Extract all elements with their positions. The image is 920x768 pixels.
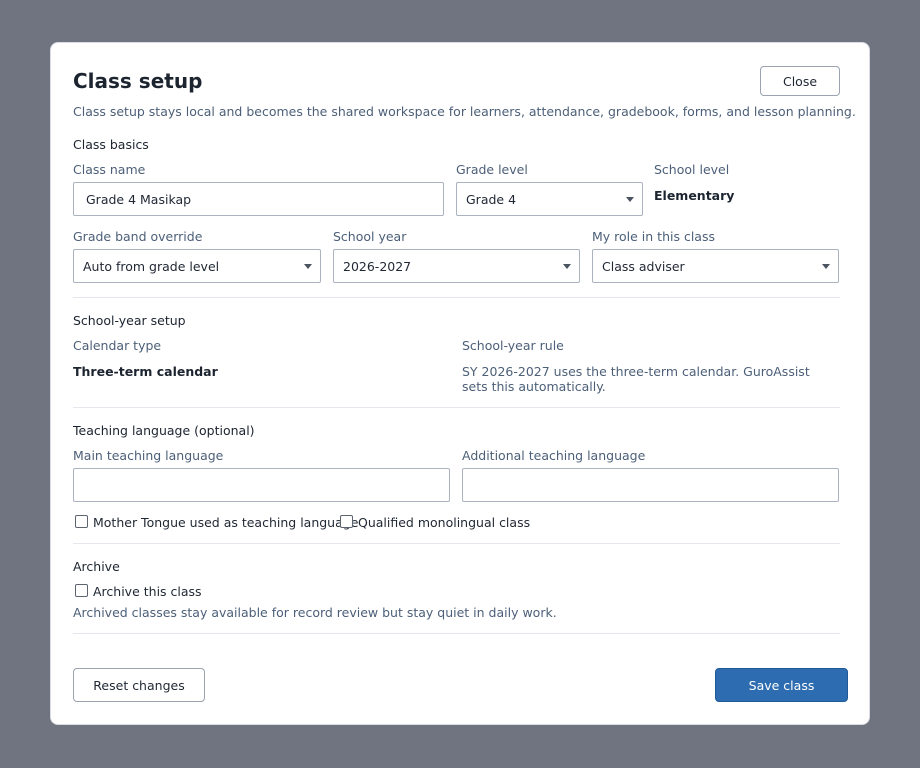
monolingual-label: Qualified monolingual class xyxy=(358,515,531,530)
school-year-select[interactable]: 2026-2027 xyxy=(333,249,580,283)
monolingual-checkbox[interactable] xyxy=(340,515,353,528)
divider xyxy=(73,297,840,298)
grade-level-label: Grade level xyxy=(456,162,528,177)
additional-language-input[interactable] xyxy=(462,468,839,502)
grade-level-select[interactable]: Grade 4 xyxy=(456,182,643,216)
teaching-language-heading: Teaching language (optional) xyxy=(73,423,255,438)
reset-changes-button[interactable]: Reset changes xyxy=(73,668,205,702)
class-name-label: Class name xyxy=(73,162,146,177)
chevron-down-icon xyxy=(822,264,830,269)
grade-band-select[interactable]: Auto from grade level xyxy=(73,249,321,283)
school-level-label: School level xyxy=(654,162,730,177)
archive-heading: Archive xyxy=(73,559,120,574)
role-value: Class adviser xyxy=(602,258,685,274)
close-button[interactable]: Close xyxy=(760,66,840,96)
divider xyxy=(73,543,840,544)
grade-level-value: Grade 4 xyxy=(466,191,517,207)
school-year-rule-text: SY 2026-2027 uses the three-term calenda… xyxy=(462,364,810,394)
archive-help-text: Archived classes stay available for reco… xyxy=(73,605,557,620)
chevron-down-icon xyxy=(626,197,634,202)
school-year-setup-heading: School-year setup xyxy=(73,313,186,328)
class-name-input[interactable]: Grade 4 Masikap xyxy=(73,182,444,216)
mother-tongue-checkbox[interactable] xyxy=(75,515,88,528)
main-language-input[interactable] xyxy=(73,468,450,502)
divider xyxy=(73,633,840,634)
additional-language-label: Additional teaching language xyxy=(462,448,646,463)
school-year-value: 2026-2027 xyxy=(343,258,412,274)
dialog-title: Class setup xyxy=(73,69,203,93)
calendar-type-label: Calendar type xyxy=(73,338,162,353)
grade-band-value: Auto from grade level xyxy=(83,258,220,274)
mother-tongue-label: Mother Tongue used as teaching language xyxy=(93,515,359,530)
role-select[interactable]: Class adviser xyxy=(592,249,839,283)
school-year-rule-label: School-year rule xyxy=(462,338,564,353)
class-basics-heading: Class basics xyxy=(73,137,149,152)
school-year-label: School year xyxy=(333,229,407,244)
chevron-down-icon xyxy=(563,264,571,269)
archive-checkbox[interactable] xyxy=(75,584,88,597)
calendar-type-value: Three-term calendar xyxy=(73,364,218,379)
grade-band-label: Grade band override xyxy=(73,229,203,244)
role-label: My role in this class xyxy=(592,229,715,244)
divider xyxy=(73,407,840,408)
main-language-label: Main teaching language xyxy=(73,448,224,463)
archive-label: Archive this class xyxy=(93,584,202,599)
dialog-subtitle: Class setup stays local and becomes the … xyxy=(73,104,856,119)
class-setup-dialog: Class setup Close Class setup stays loca… xyxy=(50,42,870,725)
chevron-down-icon xyxy=(304,264,312,269)
save-class-button[interactable]: Save class xyxy=(715,668,848,702)
school-level-value: Elementary xyxy=(654,188,735,203)
